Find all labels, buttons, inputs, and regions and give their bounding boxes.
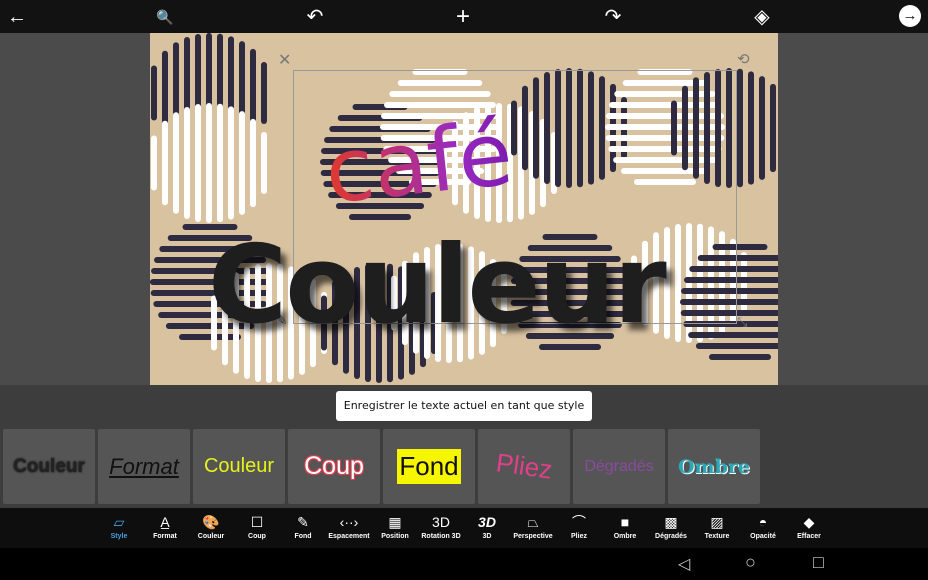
style-preset-label: Fond xyxy=(397,449,461,484)
style-preset-tile[interactable]: Format xyxy=(98,429,190,504)
next-icon[interactable]: → xyxy=(899,5,921,27)
zoom-icon[interactable]: 🔍 xyxy=(152,4,178,30)
style-preset-tile[interactable]: Coup xyxy=(288,429,380,504)
delete-handle-icon[interactable]: ✕ xyxy=(278,50,291,70)
style-preset-tile[interactable]: Dégradés xyxy=(573,429,665,504)
effacer-icon: ◆ xyxy=(803,514,815,530)
style-preset-tile[interactable]: Ombre xyxy=(668,429,760,504)
style-preset-label: Coup xyxy=(304,452,364,480)
bottom-toolbar: ▱ Style A̲ Format 🎨 Couleur ☐ Coup ✎ Fond ‹··› Espa… xyxy=(0,508,928,548)
cafe-text[interactable]: café xyxy=(320,101,517,223)
top-bar: ← 🔍 ↶ + ↷ ◈ → xyxy=(0,0,928,33)
save-style-button[interactable]: Enregistrer le texte actuel en tant que … xyxy=(336,391,592,421)
couleur-text[interactable]: Couleur xyxy=(208,223,667,348)
style-preset-label: Pliez xyxy=(494,447,555,485)
system-nav-bar: ◁ ○ □ xyxy=(0,548,928,580)
style-preset-label: Couleur xyxy=(13,455,85,477)
nav-recent-icon[interactable]: □ xyxy=(813,552,824,573)
nav-home-icon[interactable]: ○ xyxy=(745,552,756,573)
layers-icon[interactable]: ◈ xyxy=(749,4,775,30)
style-preset-tile[interactable]: Couleur xyxy=(3,429,95,504)
redo-icon[interactable]: ↷ xyxy=(600,4,626,30)
style-preset-label: Couleur xyxy=(203,455,275,477)
resize-handle-icon[interactable]: ⤡ xyxy=(737,314,747,330)
style-preset-label: Ombre xyxy=(677,455,751,478)
rotate-handle-icon[interactable]: ⟲ xyxy=(737,50,750,68)
tool-label: Effacer xyxy=(797,533,821,540)
back-arrow-icon[interactable]: ← xyxy=(4,4,30,30)
add-icon[interactable]: + xyxy=(450,4,476,30)
style-preset-label: Dégradés xyxy=(584,457,654,475)
style-preset-tile[interactable]: Pliez xyxy=(478,429,570,504)
style-preset-tile[interactable]: Couleur xyxy=(193,429,285,504)
image-canvas[interactable]: ✕ ⟲ ✎ ⤡ café Couleur xyxy=(150,33,778,385)
style-preset-tile[interactable]: Fond xyxy=(383,429,475,504)
style-preset-label: Format xyxy=(109,453,179,479)
undo-icon[interactable]: ↶ xyxy=(302,4,328,30)
tool-effacer[interactable]: ◆ Effacer xyxy=(779,511,839,540)
nav-back-icon[interactable]: ◁ xyxy=(678,554,690,574)
